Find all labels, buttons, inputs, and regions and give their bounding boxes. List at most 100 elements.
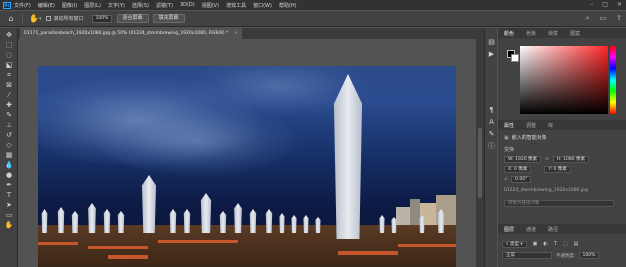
history-panel-icon[interactable]: ▤ [487,38,496,47]
angle-icon: ∠ [504,177,509,182]
scroll-all-checkbox[interactable] [45,16,51,21]
type-tool-icon[interactable]: T [4,191,14,200]
paragraph-panel-icon[interactable]: ¶ [487,106,496,115]
beach-chairs [338,251,398,255]
opacity-field[interactable]: 100% [578,252,600,259]
maximize-icon[interactable]: □ [602,1,608,8]
dodge-tool-icon[interactable]: ● [4,171,14,180]
chevron-down-icon[interactable]: ▾ [39,16,42,22]
layers-panel-tabs: 图层 通道 路径 [498,224,626,234]
fit-screen-button[interactable]: 适合屏幕 [116,14,149,23]
menu-image[interactable]: 图像(I) [62,2,77,9]
brush-settings-icon[interactable]: ✎ [487,130,496,139]
background-color-swatch[interactable] [511,54,519,62]
object-select-tool-icon[interactable]: ⬕ [4,61,14,70]
pen-tool-icon[interactable]: ✒ [4,181,14,190]
tab-channels[interactable]: 通道 [520,226,542,233]
frame-tool-icon[interactable]: ⊠ [4,81,14,90]
scrollbar-thumb[interactable] [478,128,482,198]
clone-stamp-tool-icon[interactable]: ⊥ [4,121,14,130]
history-brush-tool-icon[interactable]: ↺ [4,131,14,140]
color-panel-tabs: 颜色 色板 渐变 图案 [498,28,626,38]
menu-3d[interactable]: 3D(D) [180,2,195,8]
move-tool-icon[interactable]: ✥ [4,31,14,40]
beach-chairs [108,255,148,259]
linked-file-name: 01224_stormbrewing_1920x1080.jpg [504,188,588,193]
tab-swatches[interactable]: 色板 [520,30,542,37]
share-icon[interactable]: ⇪ [616,14,622,23]
canvas-area[interactable] [18,39,476,267]
adjustment-filter-icon[interactable]: ◐ [543,241,547,247]
width-field[interactable]: W: 1920 像素 [504,156,542,163]
properties-panel-tabs: 属性 调整 库 [498,120,626,130]
menu-edit[interactable]: 编辑(E) [38,2,55,9]
healing-brush-tool-icon[interactable]: ✚ [4,101,14,110]
search-icon[interactable]: ⌕ [586,14,590,23]
smart-object-icon: ▣ [504,135,509,141]
shape-filter-icon[interactable]: ⬚ [563,241,568,247]
crop-tool-icon[interactable]: ⌗ [4,71,14,80]
type-filter-icon[interactable]: T [554,241,557,247]
link-icon[interactable]: ⊖ [545,157,549,162]
layer-kind-filter[interactable]: ⌕ 类型 ▾ [502,240,527,248]
height-field[interactable]: H: 1080 像素 [552,156,590,163]
marquee-tool-icon[interactable]: ⬚ [4,41,14,50]
minimize-icon[interactable]: – [590,1,593,8]
tab-color[interactable]: 颜色 [498,30,520,37]
tab-patterns[interactable]: 图案 [564,30,586,37]
smart-filter-icon[interactable]: ▤ [574,241,579,247]
photoshop-window: Ps 文件(F) 编辑(E) 图像(I) 图层(L) 文字(Y) 选择(S) 滤… [0,0,626,267]
window-controls: – □ ✕ [590,1,622,8]
lasso-tool-icon[interactable]: ◌ [4,51,14,60]
panel-collapse-bar[interactable] [476,28,484,267]
gradient-tool-icon[interactable]: ▦ [4,151,14,160]
y-field[interactable]: Y: 0 像素 [544,166,571,173]
tab-libraries[interactable]: 库 [542,122,559,129]
menu-select[interactable]: 选择(S) [132,2,149,9]
divider [22,13,23,24]
document-tab[interactable]: 01171_paradisebeach_1920x1080.jpg @ 50% … [20,28,242,39]
eyedropper-tool-icon[interactable]: ⁄ [4,91,14,100]
path-select-tool-icon[interactable]: ➤ [4,201,14,210]
zoom-input[interactable]: 100% [91,14,112,23]
actions-panel-icon[interactable]: ▶ [487,50,496,59]
tab-properties[interactable]: 属性 [498,122,520,129]
menu-window[interactable]: 窗口(W) [253,2,272,9]
pixel-filter-icon[interactable]: ▣ [533,241,538,247]
menu-layer[interactable]: 图层(L) [84,2,101,9]
tab-paths[interactable]: 路径 [542,226,564,233]
brush-tool-icon[interactable]: ✎ [4,111,14,120]
menu-filter[interactable]: 滤镜(T) [156,2,173,9]
close-icon[interactable]: ✕ [617,1,622,8]
menu-help[interactable]: 帮助(H) [279,2,297,9]
beach-chairs [398,244,456,247]
blend-mode-select[interactable]: 正常 [502,252,552,259]
menu-view[interactable]: 视图(V) [202,2,219,9]
hand-tool-icon[interactable]: ✋ [4,221,14,230]
color-picker-field[interactable] [520,46,608,114]
canvas-image[interactable] [38,66,456,267]
position-row: X: 0 像素 Y: 0 像素 [504,166,575,173]
menu-type[interactable]: 文字(Y) [108,2,125,9]
menu-file[interactable]: 文件(F) [14,2,31,9]
menu-plugins[interactable]: 增效工具 [226,2,246,9]
fill-screen-button[interactable]: 填充屏幕 [152,14,185,23]
workspace-icon[interactable]: ▭ [600,14,607,23]
rectangle-tool-icon[interactable]: ▭ [4,211,14,220]
angle-field[interactable]: 0.00° [511,176,532,183]
tab-gradients[interactable]: 渐变 [542,30,564,37]
hue-slider[interactable] [610,46,616,114]
close-icon[interactable]: × [234,31,238,36]
blur-tool-icon[interactable]: 💧 [4,161,14,170]
x-field[interactable]: X: 0 像素 [504,166,532,173]
right-panels: 颜色 色板 渐变 图案 属性 调整 库 ▣ 嵌入的智能对象 变换 W: 1920 … [498,28,626,267]
home-icon[interactable]: ⌂ [6,14,16,24]
opacity-label: 不透明度: [556,253,576,259]
convert-to-linked-button[interactable]: 转换为链接对象 [504,200,614,207]
tab-layers[interactable]: 图层 [498,226,520,233]
hand-tool-icon[interactable]: ✋ [29,14,39,24]
eraser-tool-icon[interactable]: ◇ [4,141,14,150]
character-panel-icon[interactable]: A [487,118,496,127]
info-panel-icon[interactable]: ⓘ [487,142,496,151]
tab-adjustments[interactable]: 调整 [520,122,542,129]
